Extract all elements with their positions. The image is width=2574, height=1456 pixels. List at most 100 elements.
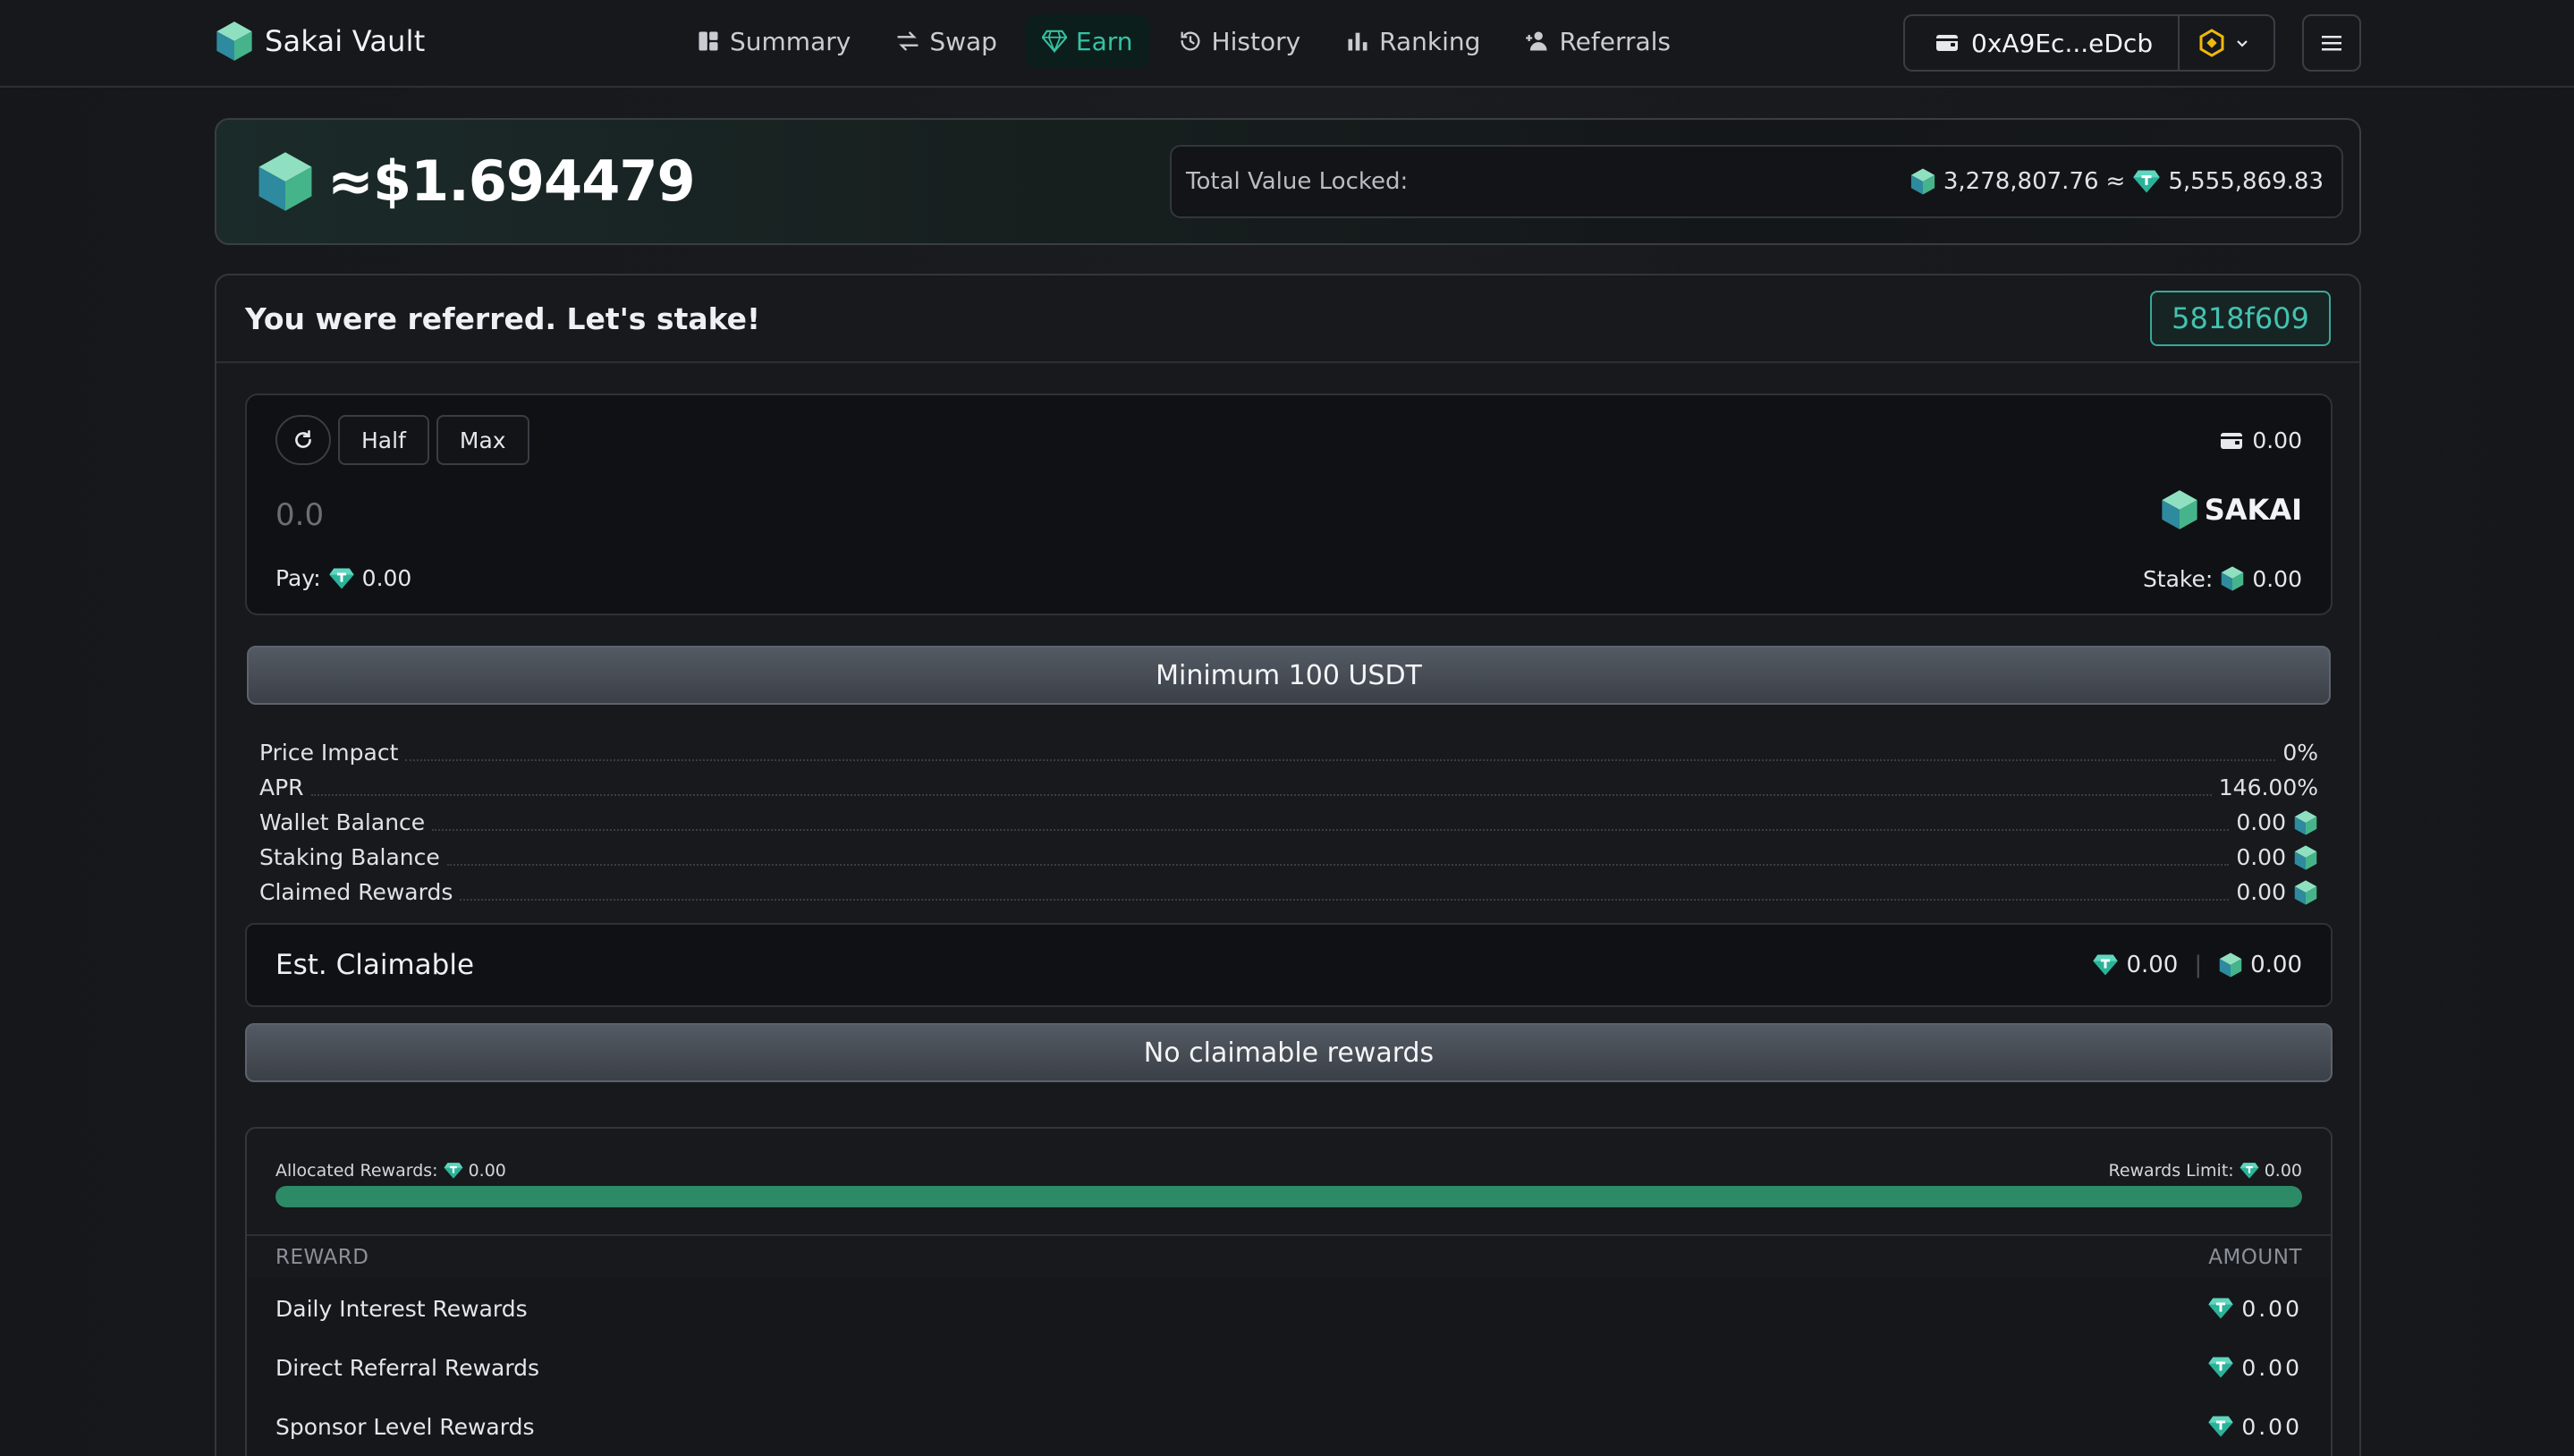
rewards-panel: Allocated Rewards: 0.00 Rewards Limit: 0… [245, 1127, 2333, 1456]
claimable-usdt: 0.00 [2126, 952, 2179, 978]
table-row: Sponsor Level Rewards 0.00 [247, 1397, 2331, 1456]
stat-label: APR [259, 775, 304, 800]
stat-claimed-rewards: Claimed Rewards 0.00 [259, 875, 2318, 910]
tvl-approx: ≈ [2105, 168, 2126, 195]
nav-summary-label: Summary [730, 26, 851, 56]
stake-amount-input[interactable] [275, 488, 1349, 542]
gem-icon [1041, 30, 1067, 54]
reward-amount: 0.00 [2241, 1354, 2302, 1381]
price-card: ≈$1.694479 Total Value Locked: 3,278,807… [215, 118, 2361, 245]
tvl-usdt-amount: 5,555,869.83 [2168, 168, 2324, 195]
nav-earn[interactable]: Earn [1025, 14, 1149, 68]
rewards-progress-bar [275, 1186, 2302, 1207]
network-selector[interactable] [2180, 29, 2267, 57]
reward-label: Sponsor Level Rewards [275, 1413, 535, 1440]
token-symbol: SAKAI [2204, 493, 2302, 527]
usdt-gem-icon [328, 567, 355, 590]
reward-label: Direct Referral Rewards [275, 1354, 540, 1381]
stat-staking-balance: Staking Balance 0.00 [259, 840, 2318, 875]
wallet-button[interactable]: 0xA9Ec...eDcb [1903, 14, 2275, 72]
rewards-limit: Rewards Limit: 0.00 [2108, 1161, 2302, 1181]
stat-label: Claimed Rewards [259, 879, 453, 905]
sakai-cube-icon [2293, 879, 2318, 906]
rewards-allocation: Allocated Rewards: 0.00 Rewards Limit: 0… [275, 1161, 2302, 1181]
wallet-balance-value: 0.00 [2252, 427, 2302, 453]
nav-swap-label: Swap [929, 26, 997, 56]
stake-card: You were referred. Let's stake! 5818f609… [215, 274, 2361, 1456]
rewards-table-header: REWARD AMOUNT [247, 1234, 2331, 1279]
wallet-icon [1936, 35, 1958, 51]
stat-price-impact: Price Impact 0% [259, 735, 2318, 770]
main-nav: Summary Swap Earn History Ranking Referr… [680, 14, 1687, 68]
refresh-button[interactable] [275, 415, 331, 465]
stake-header: You were referred. Let's stake! 5818f609 [216, 275, 2359, 363]
col-amount: AMOUNT [2208, 1246, 2302, 1269]
stat-apr: APR 146.00% [259, 770, 2318, 805]
sakai-cube-icon [1909, 167, 1936, 196]
stake-value: 0.00 [2252, 565, 2302, 592]
wallet-address: 0xA9Ec...eDcb [1971, 28, 2154, 58]
wallet-address-button[interactable]: 0xA9Ec...eDcb [1905, 16, 2180, 70]
half-button[interactable]: Half [338, 415, 429, 465]
nav-history[interactable]: History [1162, 14, 1317, 68]
allocated-rewards: Allocated Rewards: 0.00 [275, 1161, 506, 1181]
nav-swap[interactable]: Swap [879, 14, 1013, 68]
stake-title: You were referred. Let's stake! [245, 301, 761, 336]
stat-value: 146.00% [2218, 775, 2318, 800]
reward-label: Daily Interest Rewards [275, 1295, 528, 1322]
token-price: ≈$1.694479 [256, 148, 696, 214]
usdt-gem-icon [2240, 1162, 2259, 1180]
wallet-balance-display: 0.00 [2220, 427, 2302, 453]
bar-chart-icon [1348, 32, 1367, 51]
claimable-title: Est. Claimable [275, 949, 475, 981]
stat-value: 0.00 [2236, 844, 2286, 870]
nav-summary[interactable]: Summary [680, 14, 867, 68]
brand-name: Sakai Vault [265, 24, 426, 58]
claim-rewards-button[interactable]: No claimable rewards [245, 1023, 2333, 1082]
stake-stats: Price Impact 0% APR 146.00% Wallet Balan… [259, 735, 2318, 910]
top-navbar: Sakai Vault Summary Swap Earn History Ra… [0, 0, 2574, 88]
chevron-down-icon [2237, 40, 2248, 47]
col-reward: REWARD [275, 1246, 369, 1269]
allocated-value: 0.00 [468, 1161, 506, 1181]
stake-input-panel: Half Max 0.00 SAKAI Pay: 0.00 Stake: 0.0… [245, 394, 2333, 615]
usdt-gem-icon [2207, 1297, 2234, 1320]
rewards-progress-fill [275, 1186, 2302, 1207]
stake-submit-button[interactable]: Minimum 100 USDT [247, 646, 2331, 705]
nav-referrals-label: Referrals [1559, 26, 1672, 56]
pay-value: 0.00 [361, 565, 412, 591]
sakai-cube-icon [2160, 488, 2199, 531]
brand-logo[interactable]: Sakai Vault [215, 20, 426, 63]
table-row: Daily Interest Rewards 0.00 [247, 1279, 2331, 1338]
reward-amount: 0.00 [2241, 1413, 2302, 1440]
usdt-gem-icon [2207, 1356, 2234, 1379]
tvl-values: 3,278,807.76 ≈ 5,555,869.83 [1909, 167, 2324, 196]
sakai-cube-icon [2293, 809, 2318, 836]
referral-code-badge[interactable]: 5818f609 [2150, 291, 2331, 346]
nav-ranking[interactable]: Ranking [1329, 14, 1496, 68]
token-selector: SAKAI [2160, 488, 2302, 531]
dashboard-icon [699, 31, 718, 51]
reward-amount: 0.00 [2241, 1295, 2302, 1322]
hamburger-icon [2322, 36, 2341, 51]
table-row: Direct Referral Rewards 0.00 [247, 1338, 2331, 1397]
claimable-separator: | [2194, 952, 2203, 978]
limit-value: 0.00 [2264, 1161, 2302, 1181]
sakai-cube-icon [256, 149, 315, 214]
claimable-sakai: 0.00 [2250, 952, 2302, 978]
stat-value: 0% [2282, 740, 2318, 766]
hamburger-menu-button[interactable] [2302, 14, 2361, 72]
sakai-cube-icon [2218, 952, 2243, 978]
sakai-cube-icon [2220, 565, 2245, 592]
pay-label: Pay: [275, 565, 321, 591]
user-plus-icon [1526, 31, 1547, 51]
tvl-label: Total Value Locked: [1186, 168, 1409, 195]
max-button[interactable]: Max [436, 415, 529, 465]
stat-label: Price Impact [259, 740, 399, 766]
usdt-gem-icon [2092, 953, 2119, 977]
stat-wallet-balance: Wallet Balance 0.00 [259, 805, 2318, 840]
nav-referrals[interactable]: Referrals [1509, 14, 1687, 68]
tvl-box: Total Value Locked: 3,278,807.76 ≈ 5,555… [1170, 145, 2343, 218]
rewards-table: Daily Interest Rewards 0.00 Direct Refer… [247, 1279, 2331, 1456]
usdt-gem-icon [444, 1162, 463, 1180]
